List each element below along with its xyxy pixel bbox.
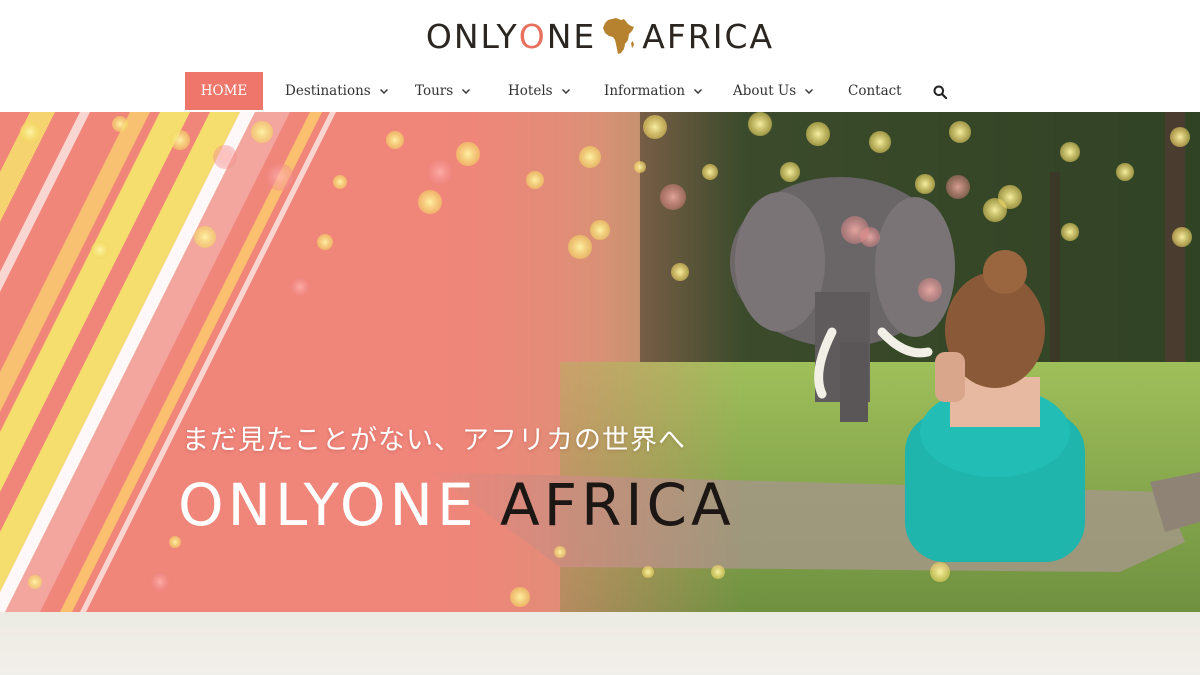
search-icon[interactable]: [933, 85, 947, 99]
chevron-down-icon: [379, 89, 388, 94]
nav-contact[interactable]: Contact: [848, 72, 902, 110]
logo-text-only: ONLY: [425, 16, 519, 56]
chevron-down-icon: [694, 89, 703, 94]
logo-wordmark: ONLY O NE AFRICA: [426, 16, 774, 56]
nav-contact-label: Contact: [848, 83, 902, 99]
nav-about-us-label: About Us: [733, 83, 797, 99]
nav-home-label: HOME: [200, 83, 248, 99]
nav-information[interactable]: Information: [604, 72, 703, 110]
chevron-down-icon: [561, 89, 570, 94]
nav-about-us[interactable]: About Us: [733, 72, 814, 110]
chevron-down-icon: [805, 89, 814, 94]
chevron-down-icon: [462, 89, 471, 94]
africa-map-icon: [602, 16, 636, 56]
nav-hotels-label: Hotels: [508, 83, 553, 99]
logo-text-africa: AFRICA: [642, 16, 775, 56]
main-nav: HOME Destinations Tours Hotels Informati…: [0, 72, 1200, 112]
nav-information-label: Information: [604, 83, 686, 99]
site-logo[interactable]: ONLY O NE AFRICA: [0, 0, 1200, 72]
hero-title-part1: ONLYONE: [178, 471, 478, 539]
nav-destinations-label: Destinations: [285, 83, 371, 99]
hero-title: ONLYONE AFRICA: [178, 470, 735, 540]
hero-title-part2: AFRICA: [500, 471, 735, 539]
hero-banner: まだ見たことがない、アフリカの世界へ ONLYONE AFRICA: [0, 112, 1200, 612]
nav-tours[interactable]: Tours: [415, 72, 471, 110]
logo-text-ne: NE: [546, 16, 597, 56]
nav-hotels[interactable]: Hotels: [508, 72, 571, 110]
logo-text-o: O: [518, 16, 547, 56]
nav-home[interactable]: HOME: [185, 72, 263, 110]
nav-tours-label: Tours: [415, 83, 454, 99]
hero-tagline: まだ見たことがない、アフリカの世界へ: [182, 425, 686, 456]
content-section-start: [0, 612, 1200, 675]
nav-destinations[interactable]: Destinations: [285, 72, 389, 110]
